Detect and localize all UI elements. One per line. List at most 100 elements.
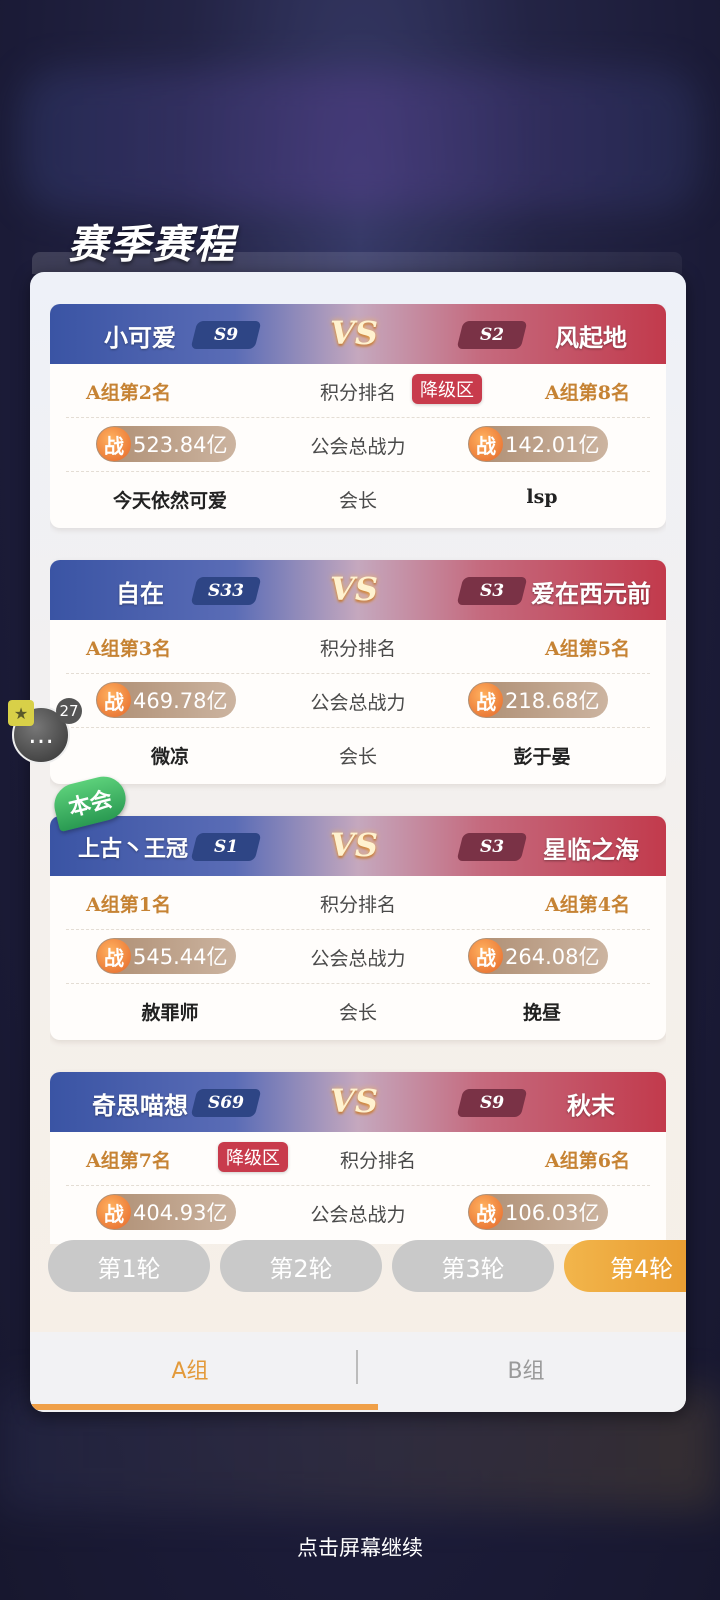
rank-row: A组第7名 降级区 积分排名 A组第6名 (50, 1132, 666, 1186)
power-row: 战 523.84亿 公会总战力 战 142.01亿 (50, 418, 666, 472)
power-label: 公会总战力 (310, 1204, 406, 1226)
right-power-value: 264.08亿 (505, 945, 600, 969)
match-card: 自在 S33 VS S3 爱在西元前 A组第3名 积分排名 A组第5名 战 46… (50, 560, 666, 784)
star-icon: ★ (8, 700, 34, 726)
left-leader: 微凉 (150, 746, 189, 768)
power-row: 战 545.44亿 公会总战力 战 264.08亿 (50, 930, 666, 984)
leader-label: 会长 (338, 490, 377, 512)
right-season-tag: S3 (456, 577, 528, 605)
rank-row: A组第3名 积分排名 A组第5名 (50, 620, 666, 674)
right-rank: A组第8名 (545, 382, 630, 404)
right-leader: 彭于晏 (513, 746, 571, 768)
right-power: 战 264.08亿 (468, 938, 608, 974)
rank-label: 积分排名 (339, 1150, 416, 1172)
right-team-name: 秋末 (567, 1091, 615, 1120)
round-1-button[interactable]: 第1轮 (48, 1240, 210, 1292)
right-power-value: 142.01亿 (505, 433, 600, 457)
round-selector[interactable]: 第1轮 第2轮 第3轮 第4轮 (48, 1240, 686, 1294)
power-icon: 战 (97, 427, 131, 461)
right-rank: A组第4名 (545, 894, 630, 916)
power-icon: 战 (469, 683, 503, 717)
left-team-name: 奇思喵想 (92, 1091, 188, 1120)
right-leader: 挽昼 (522, 1002, 561, 1024)
left-power: 战 545.44亿 (96, 938, 236, 974)
round-3-button[interactable]: 第3轮 (392, 1240, 554, 1292)
right-power: 战 106.03亿 (468, 1194, 608, 1230)
left-power-value: 469.78亿 (133, 689, 228, 713)
right-team-name: 星临之海 (543, 835, 639, 864)
leader-label: 会长 (338, 1002, 377, 1024)
right-leader: lsp (526, 486, 558, 508)
left-rank: A组第7名 (86, 1150, 171, 1172)
power-icon: 战 (97, 683, 131, 717)
left-power-value: 523.84亿 (133, 433, 228, 457)
left-season-tag: S69 (190, 1089, 262, 1117)
leader-row: 赦罪师 会长 挽昼 (50, 984, 666, 1038)
left-rank: A组第3名 (86, 638, 171, 660)
right-season-tag: S3 (456, 833, 528, 861)
match-list[interactable]: 小可爱 S9 VS S2 风起地 A组第2名 积分排名 降级区 A组第8名 战 … (50, 304, 666, 1244)
left-leader: 今天依然可爱 (112, 490, 227, 512)
active-tab-indicator (30, 1404, 378, 1410)
right-season-tag: S2 (456, 321, 528, 349)
left-season-tag: S1 (190, 833, 262, 861)
power-icon: 战 (469, 1195, 503, 1229)
rank-row: A组第2名 积分排名 降级区 A组第8名 (50, 364, 666, 418)
right-power-value: 106.03亿 (505, 1201, 600, 1225)
match-header: 小可爱 S9 VS S2 风起地 (50, 304, 666, 364)
round-2-button[interactable]: 第2轮 (220, 1240, 382, 1292)
right-rank: A组第5名 (545, 638, 630, 660)
power-icon: 战 (97, 939, 131, 973)
leader-label: 会长 (338, 746, 377, 768)
right-power-value: 218.68亿 (505, 689, 600, 713)
left-power-value: 545.44亿 (133, 945, 228, 969)
left-rank: A组第2名 (86, 382, 171, 404)
vs-label: VS (330, 826, 378, 864)
schedule-panel: 小可爱 S9 VS S2 风起地 A组第2名 积分排名 降级区 A组第8名 战 … (30, 272, 686, 1412)
left-season-tag: S33 (190, 577, 262, 605)
left-power: 战 404.93亿 (96, 1194, 236, 1230)
left-team-name: 自在 (116, 579, 164, 608)
power-icon: 战 (97, 1195, 131, 1229)
vs-label: VS (330, 1082, 378, 1120)
relegation-badge: 降级区 (412, 374, 482, 404)
power-label: 公会总战力 (310, 692, 406, 714)
rank-label: 积分排名 (319, 638, 396, 660)
tab-group-b[interactable]: B组 (366, 1332, 686, 1406)
power-icon: 战 (469, 427, 503, 461)
right-power: 战 142.01亿 (468, 426, 608, 462)
tab-group-a[interactable]: A组 (30, 1332, 350, 1406)
left-power: 战 469.78亿 (96, 682, 236, 718)
leader-row: 今天依然可爱 会长 lsp (50, 472, 666, 526)
page-title: 赛季赛程 (68, 221, 236, 268)
match-header: 自在 S33 VS S3 爱在西元前 (50, 560, 666, 620)
power-label: 公会总战力 (310, 948, 406, 970)
continue-hint[interactable]: 点击屏幕继续 (0, 1532, 720, 1562)
left-team-name: 小可爱 (104, 323, 176, 352)
right-team-name: 爱在西元前 (531, 579, 651, 608)
tab-divider (356, 1350, 358, 1384)
left-team-name: 上古丶王冠 (77, 836, 188, 862)
rank-label: 积分排名 (319, 894, 396, 916)
right-team-name: 风起地 (555, 323, 627, 352)
rank-row: A组第1名 积分排名 A组第4名 (50, 876, 666, 930)
power-row: 战 404.93亿 公会总战力 战 106.03亿 (50, 1186, 666, 1240)
left-power-value: 404.93亿 (133, 1201, 228, 1225)
group-tabs: A组 B组 (30, 1332, 686, 1412)
vs-label: VS (330, 314, 378, 352)
left-season-tag: S9 (190, 321, 262, 349)
match-card: 小可爱 S9 VS S2 风起地 A组第2名 积分排名 降级区 A组第8名 战 … (50, 304, 666, 528)
right-rank: A组第6名 (545, 1150, 630, 1172)
right-power: 战 218.68亿 (468, 682, 608, 718)
power-label: 公会总战力 (310, 436, 406, 458)
left-power: 战 523.84亿 (96, 426, 236, 462)
match-header: 上古丶王冠 S1 VS S3 星临之海 (50, 816, 666, 876)
power-row: 战 469.78亿 公会总战力 战 218.68亿 (50, 674, 666, 728)
round-4-button[interactable]: 第4轮 (564, 1240, 686, 1292)
match-card: 上古丶王冠 S1 VS S3 星临之海 A组第1名 积分排名 A组第4名 战 5… (50, 816, 666, 1040)
chat-count-badge: 27 (56, 698, 82, 724)
match-card: 奇思喵想 S69 VS S9 秋末 A组第7名 降级区 积分排名 A组第6名 战… (50, 1072, 666, 1244)
right-season-tag: S9 (456, 1089, 528, 1117)
left-rank: A组第1名 (86, 894, 171, 916)
match-header: 奇思喵想 S69 VS S9 秋末 (50, 1072, 666, 1132)
